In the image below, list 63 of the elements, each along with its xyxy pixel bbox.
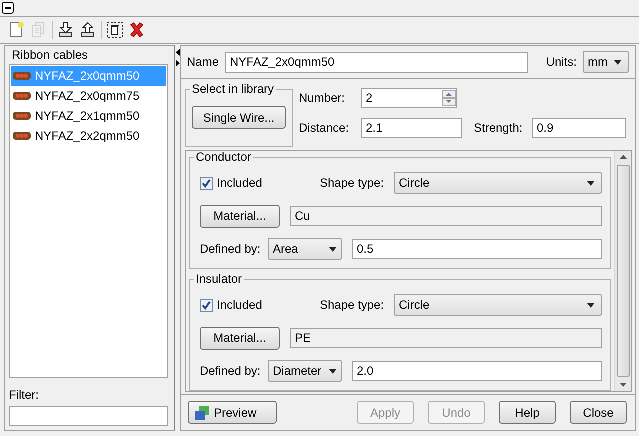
filter-field[interactable] bbox=[9, 406, 168, 426]
material-button[interactable]: Material... bbox=[200, 326, 280, 350]
shape-type-label: Shape type: bbox=[320, 175, 386, 192]
group-legend: Conductor bbox=[194, 151, 254, 164]
spinner-arrows-icon[interactable] bbox=[442, 90, 456, 106]
cable-list-item[interactable]: NYFAZ_2x0qmm75 bbox=[11, 86, 166, 106]
defined-by-dropdown[interactable]: Area bbox=[268, 238, 342, 260]
defined-by-dropdown[interactable]: Diameter bbox=[268, 360, 342, 382]
shape-type-dropdown[interactable]: Circle bbox=[394, 294, 602, 316]
filter-label: Filter: bbox=[9, 387, 40, 404]
checkbox-label: Included bbox=[217, 175, 262, 192]
ribbon-cable-icon bbox=[13, 132, 31, 140]
cable-list-item[interactable]: NYFAZ_2x2qmm50 bbox=[11, 126, 166, 146]
units-dropdown[interactable]: mm bbox=[583, 51, 629, 74]
preview-button[interactable]: Preview bbox=[188, 401, 277, 424]
window-icon bbox=[195, 406, 209, 420]
shape-type-label: Shape type: bbox=[320, 297, 386, 314]
defined-by-label: Defined by: bbox=[200, 241, 262, 258]
defined-by-label: Defined by: bbox=[200, 363, 262, 380]
ribbon-cable-icon bbox=[13, 92, 31, 100]
dropdown-caret-icon[interactable] bbox=[614, 60, 622, 65]
scroll-thumb[interactable] bbox=[616, 165, 630, 378]
group-legend: Insulator bbox=[194, 272, 244, 286]
export-icon[interactable] bbox=[79, 21, 97, 39]
ribbon-cable-icon bbox=[13, 112, 31, 120]
expand-right-icon[interactable] bbox=[176, 60, 180, 67]
distance-label: Distance: bbox=[299, 120, 350, 138]
dialog-button[interactable]: Help bbox=[499, 401, 556, 424]
delete-selection-icon[interactable] bbox=[106, 21, 124, 39]
import-icon[interactable] bbox=[57, 21, 75, 39]
units-label: Units: bbox=[546, 54, 577, 72]
cable-list-item[interactable]: NYFAZ_2x1qmm50 bbox=[11, 106, 166, 126]
shape-type-dropdown[interactable]: Circle bbox=[394, 172, 602, 194]
number-spinner[interactable]: 2 bbox=[361, 88, 457, 108]
collapse-left-icon[interactable] bbox=[176, 49, 180, 56]
group-legend: Select in library bbox=[190, 82, 276, 96]
checkbox[interactable] bbox=[200, 298, 213, 312]
amount-field[interactable]: 0.5 bbox=[352, 239, 602, 260]
single-wire-button[interactable]: Single Wire... bbox=[192, 106, 286, 130]
collapse-icon[interactable] bbox=[2, 2, 14, 14]
dropdown-caret-icon[interactable] bbox=[329, 368, 337, 374]
material-button[interactable]: Material... bbox=[200, 204, 280, 228]
amount-field[interactable]: 2.0 bbox=[352, 361, 602, 382]
dropdown-caret-icon[interactable] bbox=[587, 180, 595, 186]
strength-field[interactable]: 0.9 bbox=[532, 118, 626, 138]
checkbox-label: Included bbox=[217, 297, 262, 314]
dropdown-caret-icon[interactable] bbox=[329, 246, 337, 252]
ribbon-cable-icon bbox=[13, 72, 31, 80]
material-field: PE bbox=[290, 328, 602, 348]
dropdown-caret-icon[interactable] bbox=[587, 302, 595, 308]
scroll-down-icon[interactable] bbox=[620, 383, 626, 388]
material-field: Cu bbox=[290, 206, 602, 226]
new-document-icon[interactable] bbox=[8, 21, 26, 39]
strength-label: Strength: bbox=[474, 120, 524, 138]
checkbox[interactable] bbox=[200, 176, 213, 190]
list-title: Ribbon cables bbox=[12, 48, 90, 62]
name-label: Name bbox=[187, 54, 220, 72]
dialog-button[interactable]: Close bbox=[570, 401, 627, 424]
delete-icon[interactable] bbox=[128, 21, 146, 39]
scroll-up-icon[interactable] bbox=[620, 155, 626, 160]
distance-field[interactable]: 2.1 bbox=[361, 118, 462, 138]
name-field[interactable]: NYFAZ_2x0qmm50 bbox=[225, 52, 528, 73]
number-label: Number: bbox=[299, 90, 346, 108]
